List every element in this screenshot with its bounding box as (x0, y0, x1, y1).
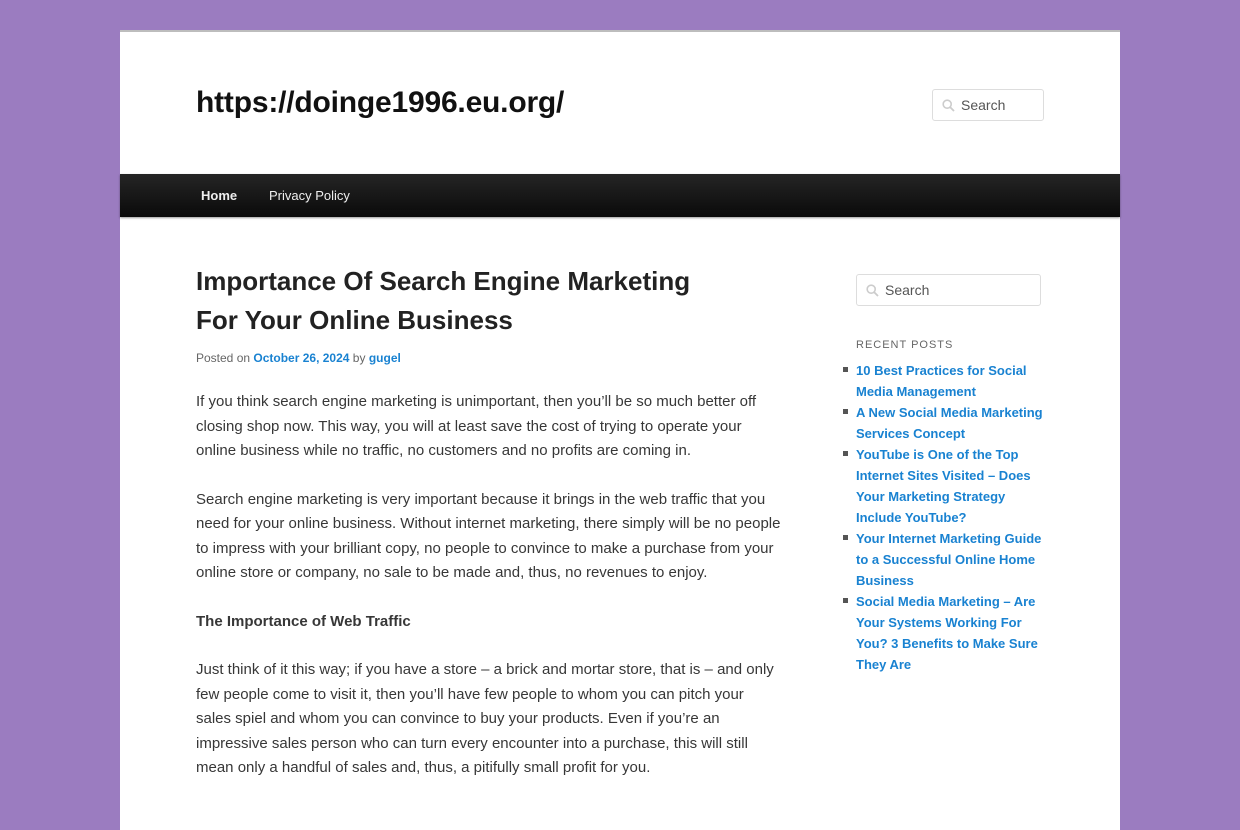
recent-post-item: A New Social Media Marketing Services Co… (843, 402, 1048, 444)
recent-post-link[interactable]: Your Internet Marketing Guide to a Succe… (856, 531, 1041, 588)
posted-on-label: Posted on (196, 351, 251, 365)
page-container: https://doinge1996.eu.org/ Home Privacy … (120, 30, 1120, 830)
post-date-link[interactable]: October 26, 2024 (253, 351, 349, 365)
nav-item-privacy-policy[interactable]: Privacy Policy (269, 174, 350, 217)
post-paragraph: Just think of it this way; if you have a… (196, 661, 774, 776)
recent-post-link[interactable]: Social Media Marketing – Are Your System… (856, 594, 1038, 672)
recent-post-item: Your Internet Marketing Guide to a Succe… (843, 528, 1048, 591)
recent-post-item: YouTube is One of the Top Internet Sites… (843, 444, 1048, 528)
recent-post-link[interactable]: 10 Best Practices for Social Media Manag… (856, 363, 1027, 399)
nav-item-home[interactable]: Home (201, 174, 237, 217)
post-author-link[interactable]: gugel (369, 351, 401, 365)
header-search-form[interactable] (932, 89, 1044, 121)
sidebar-search-form[interactable] (856, 274, 1041, 306)
search-icon (942, 99, 955, 112)
post-content: If you think search engine marketing is … (196, 390, 781, 805)
post-subheading: The Importance of Web Traffic (196, 612, 411, 630)
recent-post-link[interactable]: A New Social Media Marketing Services Co… (856, 405, 1043, 441)
post-meta: Posted on October 26, 2024 by gugel (196, 351, 401, 365)
sidebar-search-input[interactable] (857, 275, 1040, 305)
search-icon (866, 284, 879, 297)
post-paragraph: Search engine marketing is very importan… (196, 490, 781, 582)
recent-posts-title: Recent Posts (856, 339, 954, 351)
recent-post-item: 10 Best Practices for Social Media Manag… (843, 360, 1048, 402)
by-label: by (352, 351, 366, 365)
recent-post-link[interactable]: YouTube is One of the Top Internet Sites… (856, 447, 1031, 525)
main-navigation: Home Privacy Policy (120, 174, 1120, 217)
recent-post-item: Social Media Marketing – Are Your System… (843, 591, 1048, 675)
post-title[interactable]: Importance Of Search Engine Marketing Fo… (196, 262, 716, 340)
post-paragraph: If you think search engine marketing is … (196, 393, 757, 459)
recent-posts-list: 10 Best Practices for Social Media Manag… (843, 360, 1048, 675)
site-title[interactable]: https://doinge1996.eu.org/ (196, 86, 564, 120)
